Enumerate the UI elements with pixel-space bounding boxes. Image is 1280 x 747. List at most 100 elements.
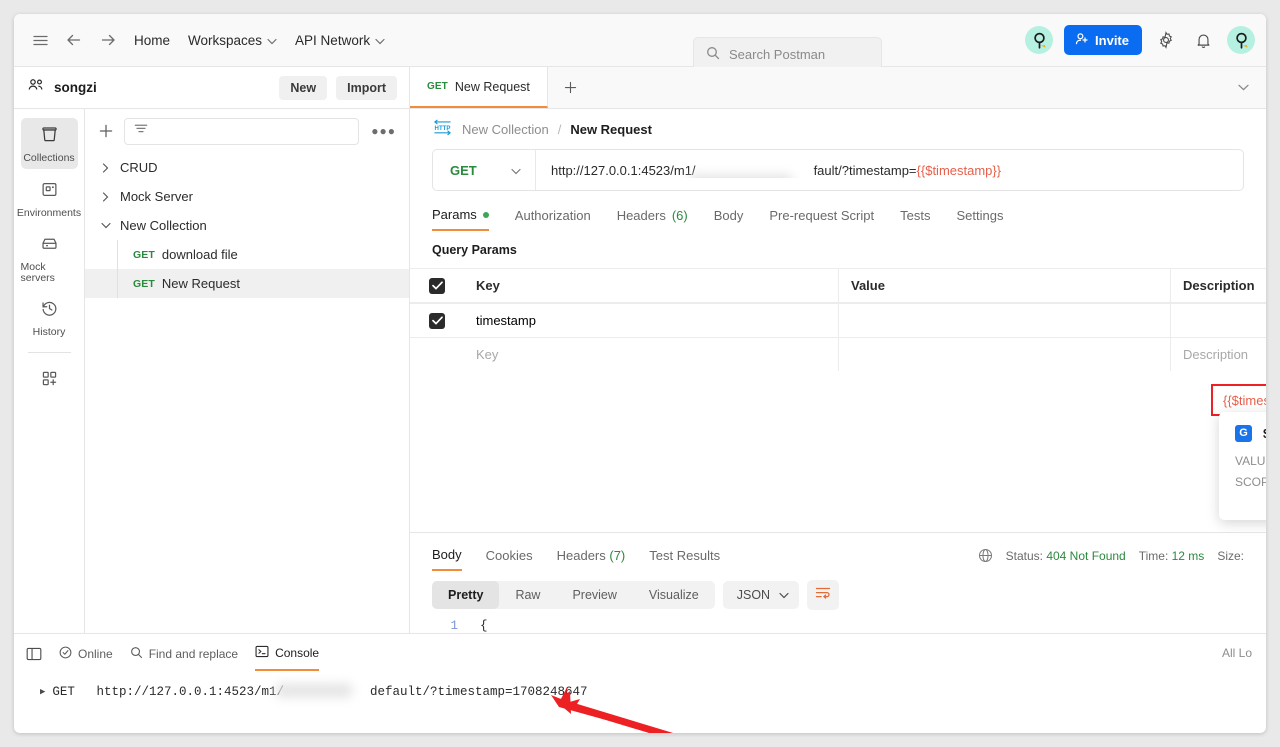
tab-params[interactable]: Params — [432, 207, 489, 231]
log-url-suffix: default/?timestamp=1708248647 — [370, 685, 588, 699]
size-badge[interactable]: Size: — [1217, 549, 1244, 563]
search-input[interactable]: Search Postman — [693, 37, 882, 71]
sidebar-label-environments: Environments — [17, 208, 81, 219]
variable-autocomplete-popup[interactable]: G $timestamp VALUE The current timestamp… — [1219, 412, 1266, 520]
tab-settings[interactable]: Settings — [956, 208, 1003, 230]
workspaces-menu[interactable]: Workspaces — [179, 28, 286, 53]
breadcrumb-collection[interactable]: New Collection — [462, 122, 549, 137]
view-mode-preview[interactable]: Preview — [556, 581, 632, 609]
chevron-down-icon — [511, 163, 521, 178]
response-status-group: Status: 404 Not Found Time: 12 ms Size: — [978, 548, 1244, 570]
param-description-input[interactable] — [1170, 304, 1266, 337]
tab-authorization[interactable]: Authorization — [515, 208, 591, 230]
arrow-right-icon[interactable] — [91, 25, 125, 55]
logs-filter-label[interactable]: All Lo — [1222, 646, 1252, 660]
import-button[interactable]: Import — [336, 76, 397, 100]
wrap-lines-button[interactable] — [807, 580, 839, 610]
gear-icon[interactable] — [1153, 27, 1179, 53]
query-params-table: Key Value Description timestamp — [410, 268, 1266, 371]
response-tab-headers[interactable]: Headers (7) — [557, 548, 626, 570]
response-tab-body[interactable]: Body — [432, 547, 462, 571]
tab-list-chevron-down-icon[interactable] — [1220, 67, 1266, 108]
response-tab-test-results[interactable]: Test Results — [649, 548, 720, 570]
view-mode-visualize[interactable]: Visualize — [633, 581, 715, 609]
sidebar-item-collections[interactable]: Collections — [21, 118, 78, 169]
tree-item-download-file[interactable]: GET download file — [85, 240, 409, 269]
url-prefix: http://127.0.0.1:4523/m1/ — [551, 163, 696, 178]
tree-label: New Collection — [120, 218, 207, 233]
status-badge[interactable]: Status: 404 Not Found — [1006, 549, 1126, 563]
table-row: Key Description — [410, 337, 1266, 371]
invite-button[interactable]: Invite — [1064, 25, 1142, 55]
sidebar-label-mock-servers: Mock servers — [21, 262, 78, 283]
method-selector[interactable]: GET — [433, 150, 535, 190]
row-checkbox[interactable] — [429, 313, 445, 329]
response-tab-cookies[interactable]: Cookies — [486, 548, 533, 570]
url-input[interactable]: http://127.0.0.1:4523/m1/fault/?timestam… — [536, 163, 1243, 178]
main-area: songzi New Import Collections — [14, 67, 1266, 633]
panel-layout-icon[interactable] — [26, 634, 42, 671]
find-and-replace-button[interactable]: Find and replace — [130, 634, 238, 671]
row-select-cell[interactable] — [410, 338, 464, 371]
more-options-icon[interactable]: ●●● — [369, 124, 398, 138]
online-status[interactable]: Online — [59, 634, 113, 671]
api-network-menu[interactable]: API Network — [286, 28, 394, 53]
sidebar-item-environments[interactable]: Environments — [21, 173, 78, 224]
filter-input[interactable] — [124, 118, 359, 145]
breadcrumb-request[interactable]: New Request — [570, 122, 652, 137]
tab-headers[interactable]: Headers (6) — [617, 208, 688, 230]
console-panel: ▶GET http://127.0.0.1:4523/m1/default/?t… — [14, 671, 1266, 733]
tree-item-crud[interactable]: CRUD — [85, 153, 409, 182]
hamburger-icon[interactable] — [23, 25, 57, 55]
select-all-checkbox[interactable] — [429, 278, 445, 294]
arrow-left-icon[interactable] — [57, 25, 91, 55]
tab-new-request[interactable]: GET New Request — [410, 67, 548, 108]
param-value-input[interactable] — [838, 338, 1170, 371]
request-panel: GET New Request HTTP N — [410, 67, 1266, 633]
url-bar: GET http://127.0.0.1:4523/m1/fault/?time… — [432, 149, 1244, 191]
new-button[interactable]: New — [279, 76, 327, 100]
param-key-input[interactable]: Key — [464, 338, 838, 371]
search-icon — [130, 646, 143, 662]
response-format-selector[interactable]: JSON — [723, 581, 799, 609]
tree-item-new-collection[interactable]: New Collection — [85, 211, 409, 240]
time-badge[interactable]: Time: 12 ms — [1139, 549, 1205, 563]
tab-label: Authorization — [515, 208, 591, 223]
tree-item-mock-server[interactable]: Mock Server — [85, 182, 409, 211]
view-mode-raw[interactable]: Raw — [499, 581, 556, 609]
invite-label: Invite — [1095, 33, 1129, 48]
tab-pre-request-script[interactable]: Pre-request Script — [769, 208, 874, 230]
param-description-input[interactable]: Description — [1170, 338, 1266, 371]
sidebar-item-mock-servers[interactable]: Mock servers — [21, 227, 78, 288]
modified-dot-icon — [483, 212, 489, 218]
find-and-replace-label: Find and replace — [149, 647, 238, 661]
tab-tests[interactable]: Tests — [900, 208, 930, 230]
workspace-header: songzi New Import — [14, 67, 409, 109]
response-body-line: 1 { — [410, 610, 1266, 633]
chevron-right-icon — [99, 163, 112, 173]
bell-icon[interactable] — [1190, 27, 1216, 53]
response-panel: Body Cookies Headers (7) Test Results — [410, 532, 1266, 633]
left-body: Collections Environments Mock servers — [14, 109, 409, 633]
plus-icon[interactable] — [98, 123, 114, 139]
headers-count: (6) — [672, 208, 688, 223]
new-tab-button[interactable] — [548, 67, 594, 108]
user-avatar[interactable] — [1227, 26, 1255, 54]
console-button[interactable]: Console — [255, 634, 319, 671]
sidebar-item-add-panel[interactable] — [21, 362, 78, 398]
sidebar-item-history[interactable]: History — [21, 292, 78, 343]
console-log-entry[interactable]: ▶GET http://127.0.0.1:4523/m1/default/?t… — [14, 671, 1266, 699]
tree-item-new-request[interactable]: GET New Request — [85, 269, 409, 298]
table-header-row: Key Value Description — [410, 268, 1266, 303]
param-key-input[interactable]: timestamp — [464, 304, 838, 337]
tab-body[interactable]: Body — [714, 208, 744, 230]
workspace-avatar[interactable] — [1025, 26, 1053, 54]
home-link[interactable]: Home — [125, 28, 179, 53]
tab-label: Tests — [900, 208, 930, 223]
line-content: { — [458, 619, 488, 633]
triangle-right-icon[interactable]: ▶ — [40, 687, 45, 697]
view-mode-pretty[interactable]: Pretty — [432, 581, 499, 609]
url-variable: {{$timestamp}} — [917, 163, 1002, 178]
status-label: Status: — [1006, 549, 1043, 563]
tab-label: Settings — [956, 208, 1003, 223]
